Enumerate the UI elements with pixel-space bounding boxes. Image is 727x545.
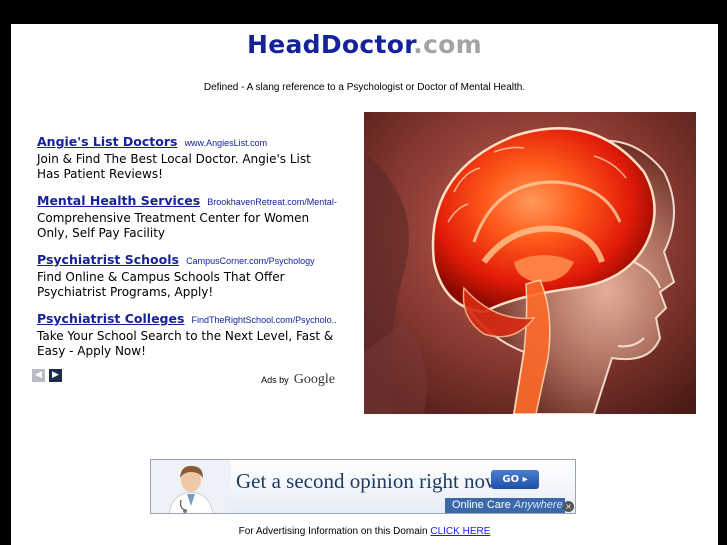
ad-title-link[interactable]: Psychiatrist Colleges bbox=[37, 311, 184, 326]
chevron-right-icon[interactable]: ▶ bbox=[49, 369, 62, 382]
ad-header: Psychiatrist Schools CampusCorner.com/Ps… bbox=[37, 250, 337, 270]
online-care-banner[interactable]: Get a second opinion right now GO ▸ Onli… bbox=[150, 459, 576, 514]
ad-description: Join & Find The Best Local Doctor. Angie… bbox=[37, 152, 311, 181]
ads-by-label: Ads by bbox=[261, 375, 289, 385]
ad-url[interactable]: CampusCorner.com/Psychology bbox=[186, 256, 315, 266]
ad-title-link[interactable]: Mental Health Services bbox=[37, 193, 200, 208]
banner-headline[interactable]: Get a second opinion right now bbox=[236, 469, 500, 494]
go-button[interactable]: GO ▸ bbox=[491, 470, 539, 489]
ad-url[interactable]: BrookhavenRetreat.com/Mental-... bbox=[207, 197, 337, 207]
google-logo: Google bbox=[293, 372, 335, 387]
ad-header: Psychiatrist Colleges FindTheRightSchool… bbox=[37, 309, 337, 329]
close-icon[interactable]: × bbox=[563, 501, 574, 512]
ad-description: Comprehensive Treatment Center for Women… bbox=[37, 211, 310, 240]
click-here-link[interactable]: CLICK HERE bbox=[430, 526, 490, 537]
tagline: Defined - A slang reference to a Psychol… bbox=[203, 82, 526, 93]
advertising-text: For Advertising Information on this Doma… bbox=[238, 526, 428, 537]
ad-title-link[interactable]: Psychiatrist Schools bbox=[37, 252, 179, 267]
page: HeadDoctor.com Defined - A slang referen… bbox=[11, 24, 718, 545]
ad-description: Take Your School Search to the Next Leve… bbox=[37, 329, 334, 358]
ad-header: Mental Health Services BrookhavenRetreat… bbox=[37, 191, 337, 211]
site-name[interactable]: HeadDoctor bbox=[247, 30, 413, 59]
ad-item: Psychiatrist Colleges FindTheRightSchool… bbox=[37, 309, 337, 359]
ads-navigation: ◀ ▶ Ads by Google bbox=[32, 368, 335, 387]
ad-description: Find Online & Campus Schools That Offer … bbox=[37, 270, 285, 299]
advertising-info: For Advertising Information on this Doma… bbox=[11, 526, 718, 537]
ads-by-google[interactable]: Ads by Google bbox=[261, 368, 335, 388]
chevron-left-icon[interactable]: ◀ bbox=[32, 369, 45, 382]
ad-title-link[interactable]: Angie's List Doctors bbox=[37, 134, 177, 149]
ad-url[interactable]: FindTheRightSchool.com/Psycholo... bbox=[192, 315, 337, 325]
site-tld[interactable]: .com bbox=[413, 30, 482, 59]
brand-primary: Online Care bbox=[452, 499, 514, 511]
ad-url[interactable]: www.AngiesList.com bbox=[185, 138, 268, 148]
ad-list: Angie's List Doctors www.AngiesList.com … bbox=[37, 132, 337, 368]
brain-scan-image bbox=[364, 112, 696, 414]
site-title[interactable]: HeadDoctor.com bbox=[11, 30, 718, 59]
ad-header: Angie's List Doctors www.AngiesList.com bbox=[37, 132, 337, 152]
ad-item: Angie's List Doctors www.AngiesList.com … bbox=[37, 132, 337, 182]
ad-item: Mental Health Services BrookhavenRetreat… bbox=[37, 191, 337, 241]
brand-secondary: Anywhere bbox=[513, 499, 563, 511]
online-care-logo: Online Care Anywhere bbox=[452, 499, 563, 511]
ad-item: Psychiatrist Schools CampusCorner.com/Ps… bbox=[37, 250, 337, 300]
doctor-icon bbox=[151, 460, 231, 513]
brain-scan-illustration bbox=[364, 112, 696, 414]
